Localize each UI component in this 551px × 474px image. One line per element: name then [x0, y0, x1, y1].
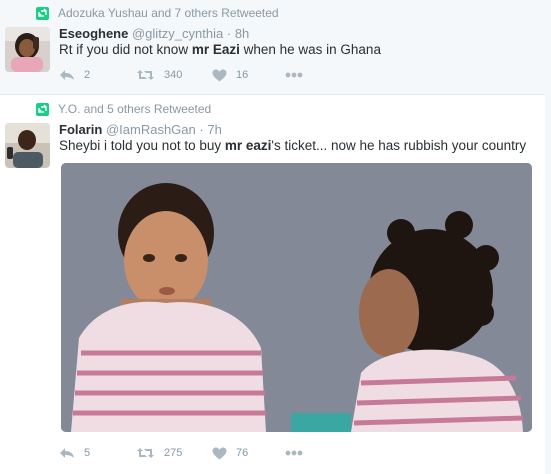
reply-button[interactable]: 5 — [59, 444, 90, 462]
more-button[interactable] — [285, 444, 303, 462]
tweet-header: Folarin @IamRashGan · 7h — [59, 122, 222, 137]
like-button[interactable]: 76 — [212, 444, 248, 462]
retweet-context[interactable]: Y.O. and 5 others Retweeted — [58, 102, 211, 116]
display-name[interactable]: Folarin — [59, 122, 102, 137]
tweet-media-image[interactable] — [61, 163, 532, 432]
tweet-text: Rt if you did not know mr Eazi when he w… — [59, 42, 381, 57]
display-name[interactable]: Eseoghene — [59, 26, 128, 41]
tweet-header: Eseoghene @glitzy_cynthia · 8h — [59, 26, 249, 41]
retweet-icon — [137, 70, 154, 80]
retweet-button[interactable]: 275 — [136, 444, 182, 462]
reply-icon — [60, 70, 74, 80]
like-count: 76 — [236, 447, 249, 459]
timestamp[interactable]: 7h — [207, 122, 221, 137]
retweet-button[interactable]: 340 — [136, 66, 182, 84]
tweet-text: Sheybi i told you not to buy mr eazi's t… — [59, 138, 526, 153]
tweet-text-part: Sheybi i told you not to buy — [59, 138, 225, 153]
retweet-count: 275 — [164, 447, 183, 459]
tweet[interactable]: Adozuka Yushau and 7 others Retweeted Es… — [0, 0, 545, 95]
reply-icon — [60, 448, 74, 458]
tweet-text-part: Rt if you did not know — [59, 42, 192, 57]
timeline: Adozuka Yushau and 7 others Retweeted Es… — [0, 0, 545, 474]
heart-icon — [212, 69, 227, 81]
tweet-text-part: 's ticket... now he has rubbish your cou… — [271, 138, 527, 153]
avatar[interactable] — [5, 27, 50, 72]
tweet-text-highlight: mr Eazi — [191, 42, 240, 57]
like-count: 16 — [236, 69, 249, 81]
retweet-icon — [137, 448, 154, 458]
heart-icon — [212, 447, 227, 459]
retweet-count: 340 — [164, 69, 183, 81]
tweet[interactable]: Y.O. and 5 others Retweeted Folarin @Iam… — [0, 95, 545, 474]
tweet-text-part: when he was in Ghana — [239, 42, 381, 57]
more-button[interactable] — [285, 66, 303, 84]
retweet-badge-icon — [36, 7, 49, 20]
separator: · — [226, 26, 232, 41]
more-icon — [285, 450, 303, 456]
reply-button[interactable]: 2 — [59, 66, 90, 84]
user-handle[interactable]: @glitzy_cynthia — [132, 26, 223, 41]
retweet-badge-icon — [36, 103, 49, 116]
reply-count: 5 — [84, 447, 91, 459]
user-handle[interactable]: @IamRashGan — [106, 122, 196, 137]
reply-count: 2 — [84, 69, 91, 81]
more-icon — [285, 72, 303, 78]
retweet-context[interactable]: Adozuka Yushau and 7 others Retweeted — [58, 6, 279, 20]
separator: · — [199, 122, 204, 137]
timestamp[interactable]: 8h — [235, 26, 249, 41]
like-button[interactable]: 16 — [212, 66, 248, 84]
tweet-text-highlight: mr eazi — [224, 138, 272, 153]
media-photo — [61, 163, 532, 432]
avatar[interactable] — [5, 123, 50, 168]
